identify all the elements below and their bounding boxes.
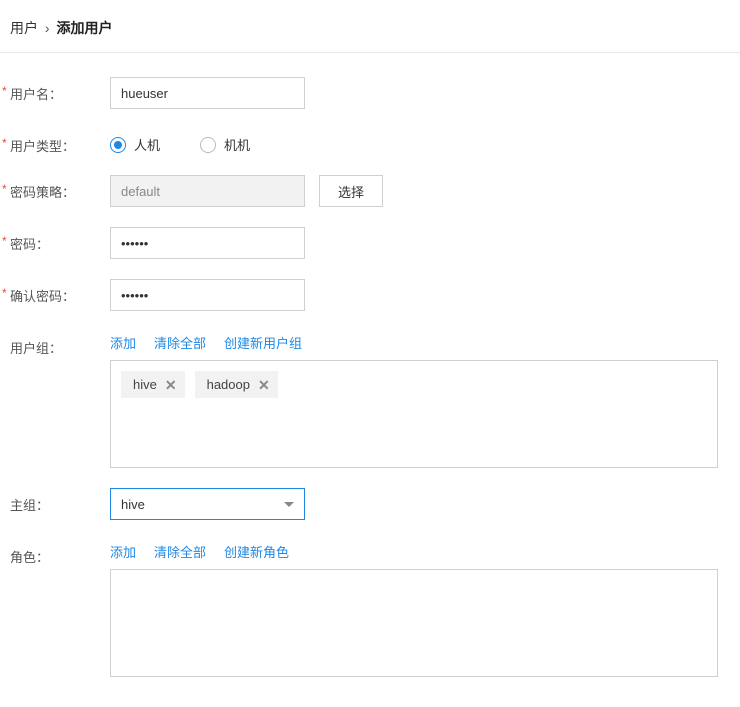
maingroup-select[interactable]: hive: [110, 488, 305, 520]
radio-machine-label: 机机: [224, 135, 250, 154]
label-role: 角色：: [10, 540, 110, 566]
chevron-down-icon: [284, 502, 294, 507]
select-policy-button[interactable]: 选择: [319, 175, 383, 207]
label-pwdpolicy: 密码策略：: [10, 175, 110, 201]
confirm-password-input[interactable]: [110, 279, 305, 311]
radio-machine[interactable]: 机机: [200, 135, 250, 154]
close-icon[interactable]: ✕: [165, 378, 177, 392]
label-confirm: 确认密码：: [10, 279, 110, 305]
radio-human-label: 人机: [134, 135, 160, 154]
usergroup-box[interactable]: hive ✕ hadoop ✕: [110, 360, 718, 468]
label-username: 用户名：: [10, 77, 110, 103]
maingroup-value: hive: [121, 497, 145, 512]
breadcrumb-sep: ›: [45, 20, 50, 36]
breadcrumb-current: 添加用户: [56, 20, 112, 36]
label-password: 密码：: [10, 227, 110, 253]
password-input[interactable]: [110, 227, 305, 259]
link-add-role[interactable]: 添加: [110, 542, 136, 561]
breadcrumb-root[interactable]: 用户: [10, 20, 38, 36]
label-usergroup: 用户组：: [10, 331, 110, 357]
link-new-role[interactable]: 创建新角色: [224, 542, 289, 561]
link-new-group[interactable]: 创建新用户组: [224, 333, 302, 352]
usertype-radio-group: 人机 机机: [110, 129, 730, 154]
add-user-form: 用户名： 用户类型： 人机 机机 密码策略： 选择: [0, 53, 740, 707]
link-clear-roles[interactable]: 清除全部: [154, 542, 206, 561]
radio-unchecked-icon: [200, 137, 216, 153]
breadcrumb: 用户 › 添加用户: [0, 0, 740, 53]
close-icon[interactable]: ✕: [258, 378, 270, 392]
link-add-group[interactable]: 添加: [110, 333, 136, 352]
role-box[interactable]: [110, 569, 718, 677]
username-input[interactable]: [110, 77, 305, 109]
tag-hive: hive ✕: [121, 371, 185, 398]
tag-hadoop: hadoop ✕: [195, 371, 278, 398]
label-usertype: 用户类型：: [10, 129, 110, 155]
pwdpolicy-input: [110, 175, 305, 207]
tag-label: hive: [133, 377, 157, 392]
link-clear-groups[interactable]: 清除全部: [154, 333, 206, 352]
label-maingroup: 主组：: [10, 488, 110, 514]
tag-label: hadoop: [207, 377, 250, 392]
radio-human[interactable]: 人机: [110, 135, 160, 154]
radio-checked-icon: [110, 137, 126, 153]
